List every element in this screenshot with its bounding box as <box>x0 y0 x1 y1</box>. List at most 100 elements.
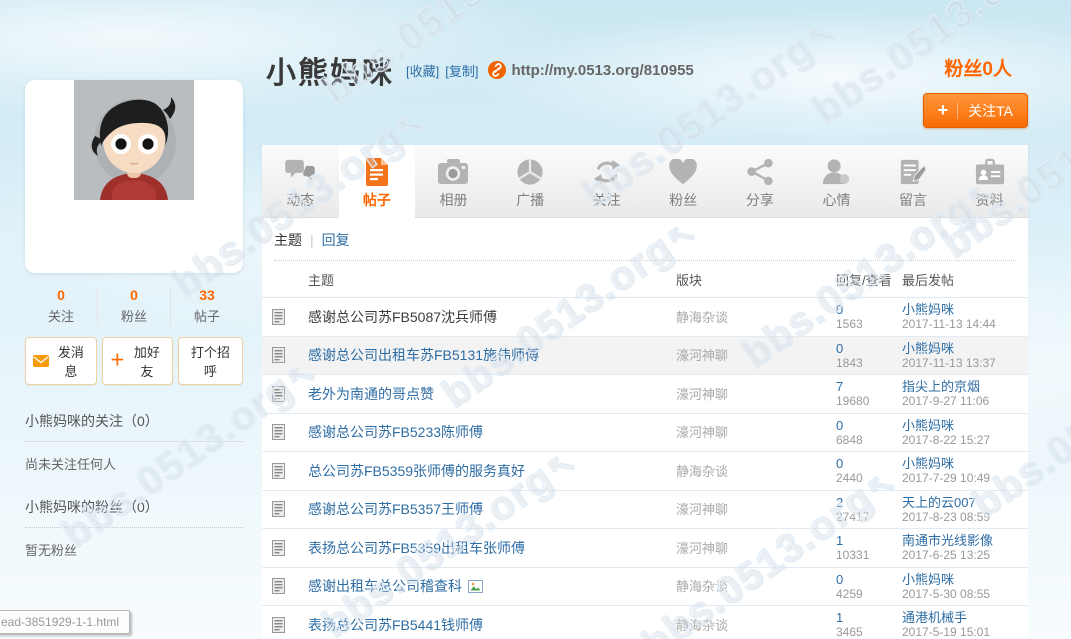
tab-profile[interactable]: 资料 <box>951 145 1028 217</box>
table-row[interactable]: 感谢总公司苏FB5233陈师傅 濠河神聊 0 6848 小熊妈咪 2017-8-… <box>262 414 1028 453</box>
divider <box>957 103 958 119</box>
profile-header: 小熊妈咪 [收藏] [复制] http://my.0513.org/810955 <box>266 48 694 92</box>
tab-album[interactable]: 相册 <box>415 145 492 217</box>
last-poster-link[interactable]: 通港机械手 <box>902 610 1020 625</box>
topic-doc-icon <box>272 309 308 325</box>
forum-link[interactable]: 静海杂谈 <box>676 464 728 479</box>
forum-link[interactable]: 濠河神聊 <box>676 348 728 363</box>
reply-count[interactable]: 0 <box>836 302 902 317</box>
profile-stats: 0 关注 0 粉丝 33 帖子 <box>25 287 243 325</box>
last-poster-link[interactable]: 小熊妈咪 <box>902 341 1020 356</box>
topic-title-link[interactable]: 总公司苏FB5359张师傅的服务真好 <box>308 461 525 481</box>
tab-follow[interactable]: 关注 <box>568 145 645 217</box>
topic-list-panel: 主题|回复 主题 版块 回复/查看 最后发帖 感谢总公司苏FB5087沈兵师傅 … <box>262 218 1028 639</box>
send-message-button[interactable]: 发消息 <box>25 337 97 385</box>
tab-share[interactable]: 分享 <box>722 145 799 217</box>
forum-link[interactable]: 濠河神聊 <box>676 541 728 556</box>
last-poster-link[interactable]: 小熊妈咪 <box>902 456 1020 471</box>
add-friend-button[interactable]: ＋ 加好友 <box>102 337 173 385</box>
chat-icon <box>262 156 339 188</box>
stat-fans[interactable]: 0 粉丝 <box>98 287 171 325</box>
last-poster-link[interactable]: 天上的云007 <box>902 495 1020 510</box>
reply-count[interactable]: 2 <box>836 495 902 510</box>
copy-link[interactable]: [复制] <box>445 61 478 80</box>
table-row[interactable]: 总公司苏FB5359张师傅的服务真好 静海杂谈 0 2440 小熊妈咪 2017… <box>262 452 1028 491</box>
divider <box>25 441 243 442</box>
reply-count[interactable]: 0 <box>836 456 902 471</box>
forum-link[interactable]: 静海杂谈 <box>676 310 728 325</box>
reply-count[interactable]: 0 <box>836 341 902 356</box>
last-poster-link[interactable]: 小熊妈咪 <box>902 572 1020 587</box>
table-row[interactable]: 表扬总公司苏FB5441钱师傅 静海杂谈 1 3465 通港机械手 2017-5… <box>262 606 1028 639</box>
forum-link[interactable]: 濠河神聊 <box>676 502 728 517</box>
following-count: 0 <box>25 287 97 303</box>
forum-link[interactable]: 濠河神聊 <box>676 425 728 440</box>
forum-link[interactable]: 静海杂谈 <box>676 618 728 633</box>
tab-posts[interactable]: 帖子 <box>339 145 416 223</box>
topic-title-link[interactable]: 感谢总公司苏FB5233陈师傅 <box>308 422 483 442</box>
tab-mood[interactable]: 心情 <box>798 145 875 217</box>
last-poster-link[interactable]: 小熊妈咪 <box>902 418 1020 433</box>
id-card-icon <box>951 156 1028 188</box>
topic-title-link[interactable]: 感谢总公司苏FB5087沈兵师傅 <box>308 307 497 327</box>
sidebar-sections: 小熊妈咪的关注（0） 尚未关注任何人 小熊妈咪的粉丝（0） 暂无粉丝 <box>25 411 243 559</box>
topic-title-link[interactable]: 感谢总公司出租车苏FB5131施伟师傅 <box>308 345 539 365</box>
table-row[interactable]: 表扬总公司苏FB5359出租车张师傅 濠河神聊 1 10331 南通市光线影像 … <box>262 529 1028 568</box>
last-poster-link[interactable]: 南通市光线影像 <box>902 533 1020 548</box>
stat-following[interactable]: 0 关注 <box>25 287 98 325</box>
tab-fans[interactable]: 粉丝 <box>645 145 722 217</box>
reply-count[interactable]: 0 <box>836 418 902 433</box>
tab-fans-label: 粉丝 <box>645 190 722 210</box>
mail-icon <box>33 355 49 367</box>
view-count: 27417 <box>836 510 902 524</box>
table-row[interactable]: 老外为南通的哥点赞 濠河神聊 7 19680 指尖上的京烟 2017-9-27 … <box>262 375 1028 414</box>
reply-count[interactable]: 1 <box>836 610 902 625</box>
tab-broadcast[interactable]: 广播 <box>492 145 569 217</box>
last-poster-link[interactable]: 小熊妈咪 <box>902 302 1020 317</box>
reply-count[interactable]: 7 <box>836 379 902 394</box>
main-area: 小熊妈咪 [收藏] [复制] http://my.0513.org/810955… <box>262 0 1028 639</box>
view-count: 1843 <box>836 356 902 370</box>
tab-feed[interactable]: 动态 <box>262 145 339 217</box>
following-label: 关注 <box>25 306 97 325</box>
follow-button[interactable]: + 关注TA <box>923 93 1028 128</box>
say-hi-button[interactable]: 打个招呼 <box>178 337 243 385</box>
filter-reply-link[interactable]: 回复 <box>322 232 350 248</box>
topic-title-link[interactable]: 表扬总公司苏FB5359出租车张师傅 <box>308 538 525 558</box>
last-poster-link[interactable]: 指尖上的京烟 <box>902 379 1020 394</box>
favorite-link[interactable]: [收藏] <box>406 61 439 80</box>
plus-icon: ＋ <box>110 356 125 366</box>
tab-bar: 动态 帖子 相册 广播 <box>262 145 1028 218</box>
follow-button-label: 关注TA <box>968 101 1013 121</box>
last-post-time: 2017-8-22 15:27 <box>902 433 1020 447</box>
table-row[interactable]: 感谢总公司苏FB5087沈兵师傅 静海杂谈 0 1563 小熊妈咪 2017-1… <box>262 298 1028 337</box>
add-friend-label: 加好友 <box>129 342 165 380</box>
reply-count[interactable]: 0 <box>836 572 902 587</box>
topic-title-link[interactable]: 感谢出租车总公司稽查科 <box>308 576 462 596</box>
tab-feed-label: 动态 <box>262 190 339 210</box>
profile-url: http://my.0513.org/810955 <box>511 62 693 79</box>
table-row[interactable]: 感谢总公司出租车苏FB5131施伟师傅 濠河神聊 0 1843 小熊妈咪 201… <box>262 337 1028 376</box>
filter-topic[interactable]: 主题 <box>274 232 302 248</box>
stat-posts[interactable]: 33 帖子 <box>171 287 243 325</box>
table-row[interactable]: 感谢出租车总公司稽查科 静海杂谈 0 4259 小熊妈咪 2017-5-30 0… <box>262 568 1028 607</box>
last-post-time: 2017-7-29 10:49 <box>902 471 1020 485</box>
view-count: 1563 <box>836 317 902 331</box>
divider <box>25 527 243 528</box>
notepad-pen-icon <box>875 156 952 188</box>
follows-section-title: 小熊妈咪的关注（0） <box>25 411 243 431</box>
last-post-time: 2017-5-19 15:01 <box>902 625 1020 639</box>
header-last-post: 最后发帖 <box>902 270 1020 289</box>
tab-message[interactable]: 留言 <box>875 145 952 217</box>
topic-title-link[interactable]: 老外为南通的哥点赞 <box>308 384 434 404</box>
last-post-time: 2017-8-23 08:59 <box>902 510 1020 524</box>
forum-link[interactable]: 濠河神聊 <box>676 387 728 402</box>
table-row[interactable]: 感谢总公司苏FB5357王师傅 濠河神聊 2 27417 天上的云007 201… <box>262 491 1028 530</box>
forum-link[interactable]: 静海杂谈 <box>676 579 728 594</box>
say-hi-label: 打个招呼 <box>186 342 235 380</box>
reply-count[interactable]: 1 <box>836 533 902 548</box>
topic-title-link[interactable]: 表扬总公司苏FB5441钱师傅 <box>308 615 483 635</box>
topic-title-link[interactable]: 感谢总公司苏FB5357王师傅 <box>308 499 483 519</box>
fans-count-value: 0 <box>98 287 170 303</box>
avatar[interactable] <box>74 80 194 200</box>
